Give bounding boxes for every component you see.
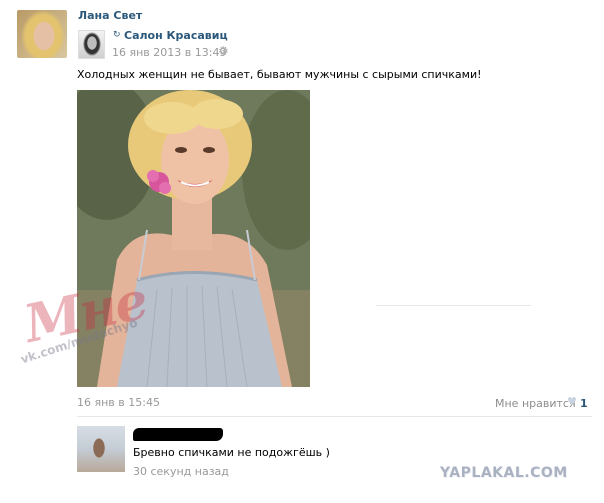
comment-author-name-redacted[interactable] xyxy=(133,428,223,441)
group-avatar[interactable] xyxy=(78,30,105,59)
post-photo[interactable] xyxy=(77,90,310,387)
comments-divider xyxy=(77,416,592,417)
group-name-link[interactable]: Салон Красавиц xyxy=(124,29,228,42)
post-photo-image xyxy=(77,90,310,387)
like-label[interactable]: Мне нравится xyxy=(495,397,576,410)
post-text: Холодных женщин не бывает, бывают мужчин… xyxy=(77,68,482,81)
comment-text: Бревно спичками не подожгёшь ) xyxy=(133,446,330,459)
gear-icon[interactable]: ⚙ xyxy=(218,44,229,58)
comment-time-link[interactable]: 30 секунд назад xyxy=(133,465,229,478)
yaplakal-watermark: YAPLAKAL.COM xyxy=(440,465,568,481)
heart-icon[interactable]: ♥ xyxy=(567,395,577,408)
author-name-link[interactable]: Лана Свет xyxy=(78,9,142,22)
post-date-link[interactable]: 16 янв в 15:45 xyxy=(77,396,160,409)
comment-author-avatar[interactable] xyxy=(77,426,125,472)
placeholder-divider xyxy=(376,305,531,306)
author-avatar[interactable] xyxy=(17,10,67,58)
like-count[interactable]: 1 xyxy=(580,397,588,410)
group-post-time[interactable]: 16 янв 2013 в 13:49 xyxy=(112,46,226,59)
repost-arrow-icon: ↻ xyxy=(113,30,121,40)
